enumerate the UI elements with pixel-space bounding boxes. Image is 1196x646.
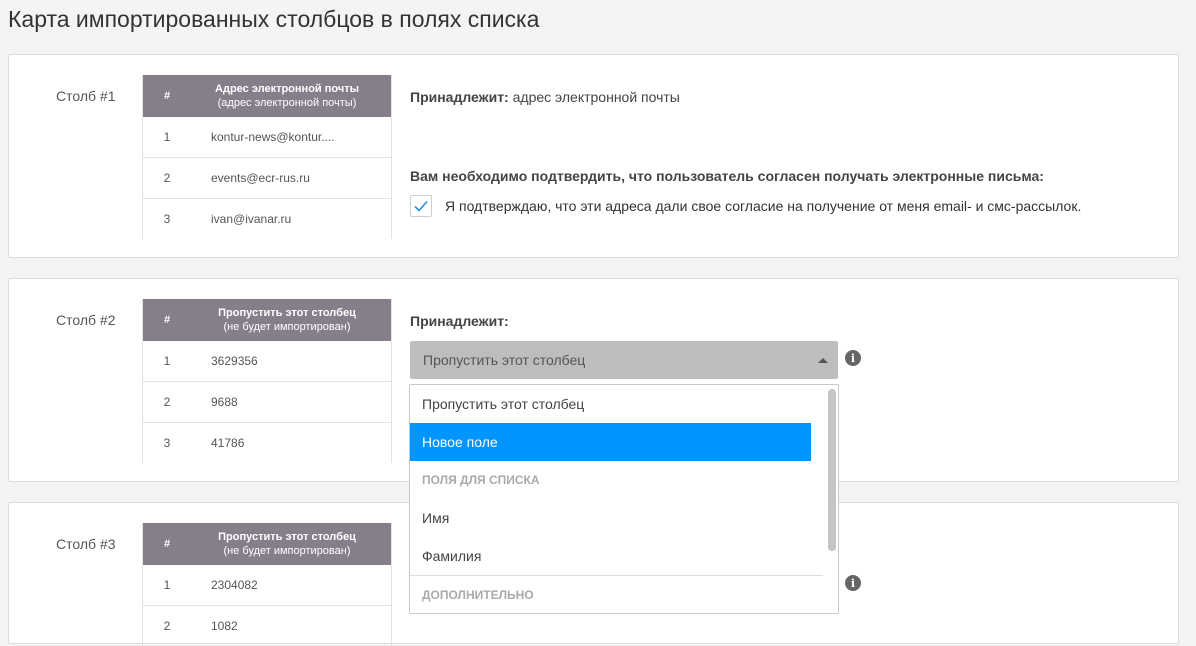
preview-header-field: Адрес электронной почты [215, 83, 359, 95]
row-value: 3629356 [211, 354, 258, 368]
preview-header-field: Пропустить этот столбец [218, 307, 356, 319]
table-row: 1 2304082 [143, 565, 391, 606]
row-number: 3 [163, 212, 171, 226]
consent-checkbox[interactable] [410, 195, 432, 217]
preview-header-hash: # [163, 314, 171, 326]
row-number: 2 [163, 395, 171, 409]
row-number: 3 [163, 436, 171, 450]
row-number: 1 [163, 578, 171, 592]
preview-header-field: Пропустить этот столбец [218, 531, 356, 543]
info-circle-icon[interactable]: i [845, 350, 861, 366]
page-title: Карта импортированных столбцов в полях с… [8, 6, 540, 32]
preview-header: # Адрес электронной почты (адрес электро… [143, 75, 391, 117]
select-value: Пропустить этот столбец [423, 352, 586, 368]
preview-header-title: Пропустить этот столбец (не будет импорт… [191, 530, 391, 558]
row-number: 2 [163, 171, 171, 185]
column-preview-table: # Пропустить этот столбец (не будет импо… [142, 299, 392, 463]
dropdown-option-last-name[interactable]: Фамилия [410, 537, 811, 575]
preview-header-hash: # [163, 90, 171, 102]
preview-header-subtitle: (не будет импортирован) [223, 545, 351, 557]
field-mapping-dropdown: Пропустить этот столбец Новое поле ПОЛЯ … [409, 384, 839, 614]
dropdown-option-new-field[interactable]: Новое поле [410, 423, 811, 461]
table-row: 1 kontur-news@kontur.... [143, 117, 391, 158]
preview-header-title: Адрес электронной почты (адрес электронн… [191, 82, 391, 110]
preview-header-title: Пропустить этот столбец (не будет импорт… [191, 306, 391, 334]
dropdown-group-additional: ДОПОЛНИТЕЛЬНО [422, 588, 534, 602]
preview-header-subtitle: (адрес электронной почты) [217, 97, 357, 109]
consent-title: Вам необходимо подтвердить, что пользова… [410, 168, 1044, 184]
belongs-to: Принадлежит: [410, 313, 509, 329]
row-value: kontur-news@kontur.... [211, 130, 335, 144]
dropdown-option-first-name[interactable]: Имя [410, 499, 811, 537]
table-row: 3 ivan@ivanar.ru [143, 199, 391, 239]
dropdown-option-skip[interactable]: Пропустить этот столбец [410, 385, 811, 423]
belongs-to: Принадлежит: адрес электронной почты [410, 89, 680, 105]
preview-header-hash: # [163, 538, 171, 550]
row-number: 2 [163, 619, 171, 633]
belongs-label: Принадлежит: [410, 89, 509, 105]
row-value: 9688 [211, 395, 238, 409]
row-value: 2304082 [211, 578, 258, 592]
row-value: 1082 [211, 619, 238, 633]
row-number: 1 [163, 354, 171, 368]
row-number: 1 [163, 130, 171, 144]
table-row: 2 events@ecr-rus.ru [143, 158, 391, 199]
checkmark-icon [414, 200, 428, 212]
dropdown-group-list-fields: ПОЛЯ ДЛЯ СПИСКА [422, 473, 540, 487]
column-label: Столб #1 [56, 88, 116, 104]
row-value: events@ecr-rus.ru [211, 171, 310, 185]
column-card-1: Столб #1 # Адрес электронной почты (адре… [8, 54, 1179, 258]
caret-up-icon [818, 358, 828, 363]
column-preview-table: # Адрес электронной почты (адрес электро… [142, 75, 392, 239]
field-mapping-select[interactable]: Пропустить этот столбец [410, 341, 838, 379]
belongs-label: Принадлежит: [410, 313, 509, 329]
row-value: ivan@ivanar.ru [211, 212, 292, 226]
table-row: 2 1082 [143, 606, 391, 646]
column-preview-table: # Пропустить этот столбец (не будет импо… [142, 523, 392, 646]
dropdown-scrollbar[interactable] [828, 389, 836, 551]
table-row: 1 3629356 [143, 341, 391, 382]
column-label: Столб #2 [56, 312, 116, 328]
row-value: 41786 [211, 436, 245, 450]
info-circle-icon[interactable]: i [845, 575, 861, 591]
table-row: 3 41786 [143, 423, 391, 463]
table-row: 2 9688 [143, 382, 391, 423]
column-label: Столб #3 [56, 536, 116, 552]
preview-header-subtitle: (не будет импортирован) [223, 321, 351, 333]
consent-label[interactable]: Я подтверждаю, что эти адреса дали свое … [445, 198, 1081, 214]
preview-header: # Пропустить этот столбец (не будет импо… [143, 299, 391, 341]
preview-header: # Пропустить этот столбец (не будет импо… [143, 523, 391, 565]
belongs-value: адрес электронной почты [512, 89, 680, 105]
